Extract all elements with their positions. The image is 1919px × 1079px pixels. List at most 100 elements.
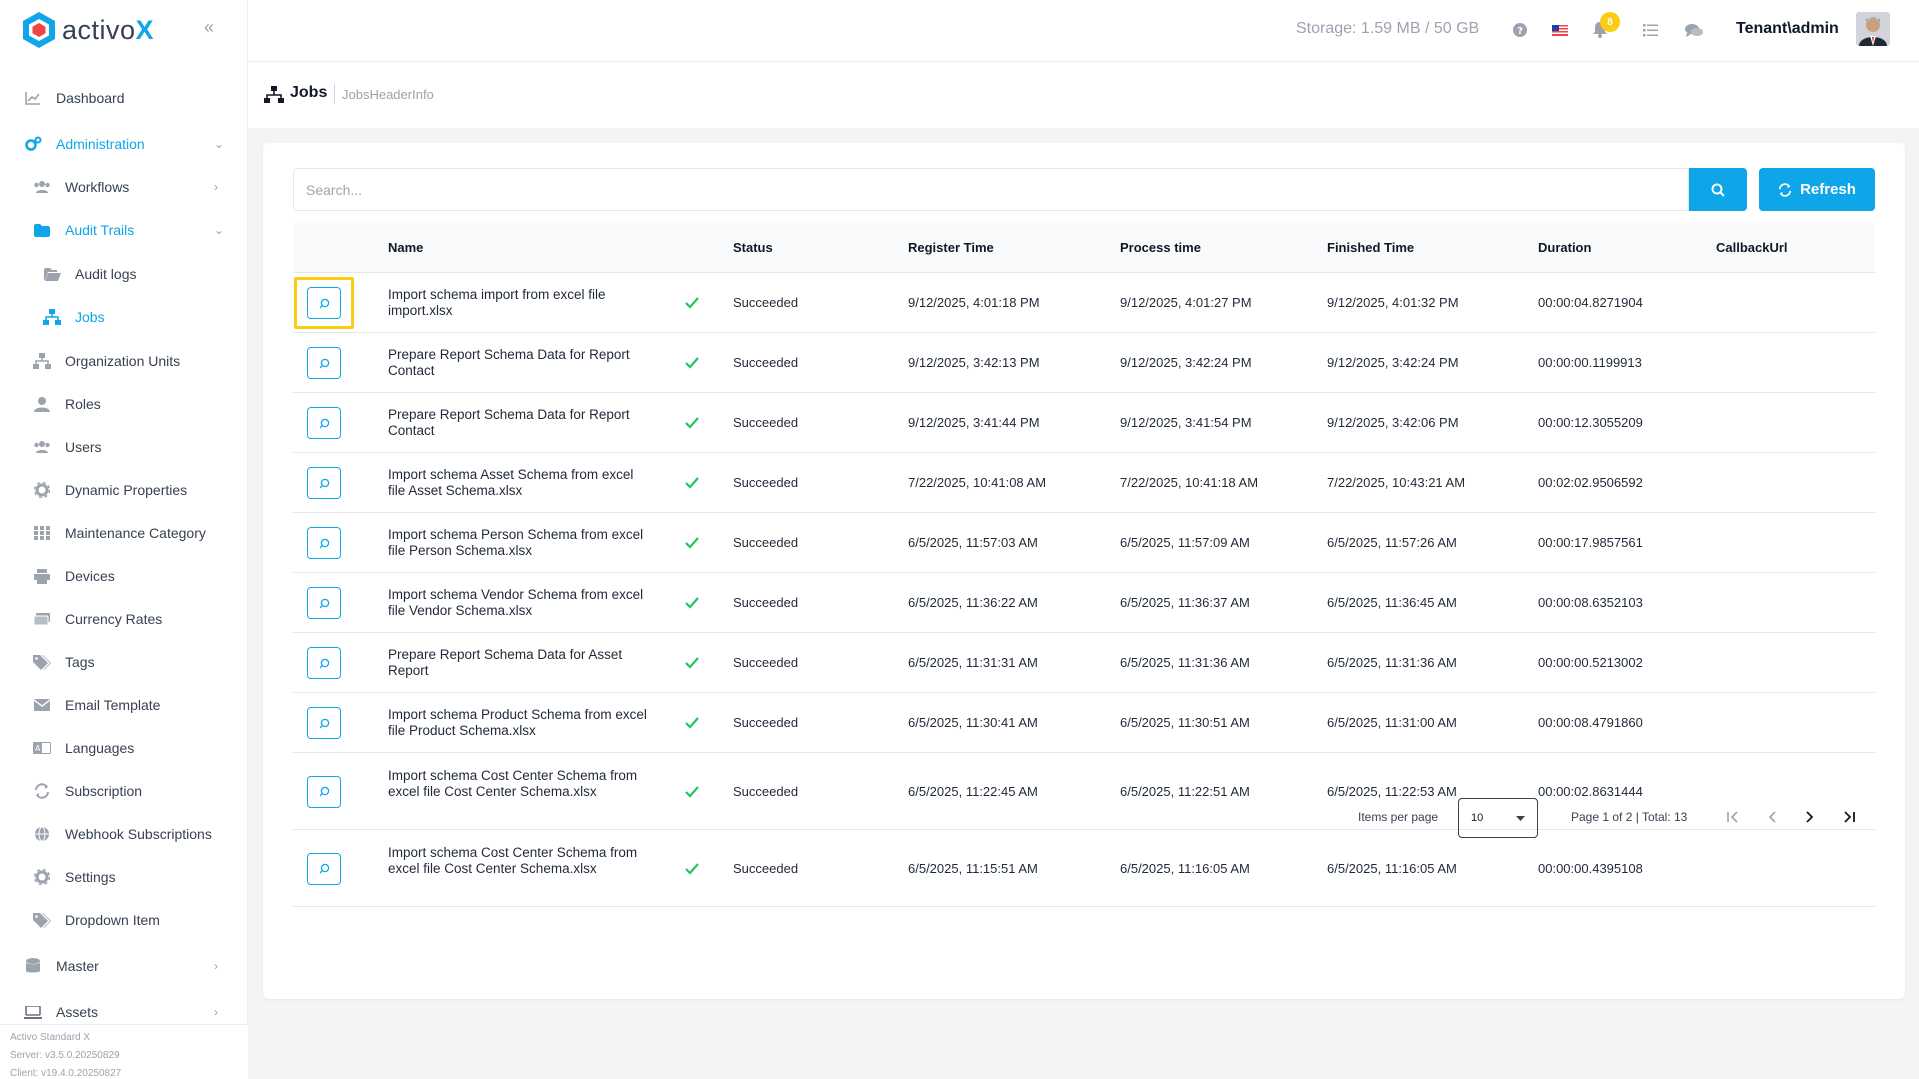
sidebar-item-administration[interactable]: Administration ⌄ [0,128,248,160]
view-details-button[interactable] [307,707,341,739]
view-details-button[interactable] [307,647,341,679]
gear-icon [33,868,51,886]
app-logo[interactable]: activoX [22,10,154,50]
sidebar-item-dashboard[interactable]: Dashboard [0,82,248,114]
refresh-label: Refresh [1800,181,1856,198]
duration: 00:00:04.8271904 [1538,295,1643,310]
check-icon [685,862,699,875]
register-time: 7/22/2025, 10:41:08 AM [908,475,1047,490]
chevron-right-icon: › [214,1005,218,1019]
sidebar-item-users[interactable]: Users [0,431,248,463]
sidebar-item-workflows[interactable]: Workflows › [0,171,248,203]
sidebar-item-roles[interactable]: Roles [0,388,248,420]
table-row[interactable]: Prepare Report Schema Data for Report Co… [293,333,1875,393]
column-header-finished-time[interactable]: Finished Time [1327,240,1414,255]
column-header-process-time[interactable]: Process time [1120,240,1201,255]
page-title: Jobs [290,84,328,101]
globe-icon [33,825,51,843]
job-status: Succeeded [733,655,799,670]
sidebar-item-maintenance-category[interactable]: Maintenance Category [0,517,248,549]
sidebar-item-audit-logs[interactable]: Audit logs [0,258,248,290]
sidebar-item-audit-trails[interactable]: Audit Trails ⌄ [0,214,248,246]
refresh-button[interactable]: Refresh [1759,168,1875,211]
finished-time: 6/5/2025, 11:31:00 AM [1327,715,1457,730]
items-per-page-select[interactable]: 10 [1458,798,1538,838]
collapse-sidebar-icon[interactable]: « [204,18,222,36]
column-header-duration[interactable]: Duration [1538,240,1591,255]
register-time: 6/5/2025, 11:30:41 AM [908,715,1038,730]
sidebar-item-settings[interactable]: Settings [0,861,248,893]
sidebar-item-organization-units[interactable]: Organization Units [0,345,248,377]
sidebar-item-tags[interactable]: Tags [0,646,248,678]
svg-text:A: A [35,744,41,753]
view-details-button[interactable] [307,467,341,499]
us-flag-icon[interactable] [1550,20,1570,40]
client-version: Client: v19.4.0.20250827 [10,1068,122,1079]
sidebar-item-jobs[interactable]: Jobs [0,301,248,333]
sidebar-item-currency-rates[interactable]: Currency Rates [0,603,248,635]
chat-icon[interactable] [1684,20,1704,40]
job-name: Import schema Vendor Schema from excel f… [388,587,644,618]
column-header-callback-url[interactable]: CallbackUrl [1716,240,1788,255]
page-header: Jobs JobsHeaderInfo [248,62,1919,128]
avatar[interactable] [1856,12,1890,46]
current-user[interactable]: Tenant\admin [1736,20,1839,38]
job-status: Succeeded [733,355,799,370]
column-header-name[interactable]: Name [388,240,423,255]
user-tie-icon [33,395,51,413]
sidebar-item-email-template[interactable]: Email Template [0,689,248,721]
view-details-button[interactable] [307,587,341,619]
table-row[interactable]: Prepare Report Schema Data for Asset Rep… [293,633,1875,693]
view-details-button[interactable] [307,407,341,439]
printer-icon [33,567,51,585]
first-page-icon[interactable] [1723,807,1743,827]
chevron-down-icon: ⌄ [214,137,225,151]
search-button[interactable] [1689,168,1747,211]
table-row[interactable]: Import schema import from excel file imp… [293,273,1875,333]
view-details-button[interactable] [307,852,341,885]
search-icon [319,598,329,608]
table-row[interactable]: Import schema Cost Center Schema from ex… [293,830,1875,907]
logo-text: activoX [62,14,155,45]
jobs-card: Refresh Name Status Register Time Proces… [263,143,1905,999]
table-row[interactable]: Import schema Vendor Schema from excel f… [293,573,1875,633]
sidebar-item-dynamic-properties[interactable]: Dynamic Properties [0,474,248,506]
previous-page-icon[interactable] [1762,807,1782,827]
process-time: 9/12/2025, 4:01:27 PM [1120,295,1252,310]
table-row[interactable]: Prepare Report Schema Data for Report Co… [293,393,1875,453]
job-status: Succeeded [733,295,799,310]
finished-time: 6/5/2025, 11:22:53 AM [1327,783,1457,799]
last-page-icon[interactable] [1839,807,1859,827]
finished-time: 9/12/2025, 4:01:32 PM [1327,295,1459,310]
search-input[interactable] [293,168,1689,211]
view-details-button[interactable] [307,775,341,808]
view-details-button[interactable] [307,527,341,559]
chevron-right-icon: › [214,959,218,973]
view-details-button[interactable] [307,347,341,379]
sitemap-icon [33,352,51,370]
job-name: Import schema Product Schema from excel … [388,707,647,738]
sidebar-item-webhook-subscriptions[interactable]: Webhook Subscriptions [0,818,248,850]
search-icon [1711,183,1725,197]
check-icon [685,537,699,549]
process-time: 7/22/2025, 10:41:18 AM [1120,475,1259,490]
help-icon[interactable]: ? [1510,20,1530,40]
table-row[interactable]: Import schema Asset Schema from excel fi… [293,453,1875,513]
sidebar-item-master[interactable]: Master › [0,950,248,982]
process-time: 6/5/2025, 11:36:37 AM [1120,595,1250,610]
next-page-icon[interactable] [1800,807,1820,827]
finished-time: 6/5/2025, 11:16:05 AM [1327,860,1457,876]
table-row[interactable]: Import schema Product Schema from excel … [293,693,1875,753]
column-header-register-time[interactable]: Register Time [908,240,994,255]
column-header-status[interactable]: Status [733,240,773,255]
table-row[interactable]: Import schema Person Schema from excel f… [293,513,1875,573]
duration: 00:00:17.9857561 [1538,535,1643,550]
folder-icon [33,221,51,239]
register-time: 6/5/2025, 11:22:45 AM [908,783,1038,799]
task-list-icon[interactable] [1640,20,1660,40]
sidebar-item-subscription[interactable]: Subscription [0,775,248,807]
sidebar-item-devices[interactable]: Devices [0,560,248,592]
search-icon [319,358,329,368]
sidebar-item-languages[interactable]: A Languages [0,732,248,764]
sidebar-item-dropdown-item[interactable]: Dropdown Item [0,904,248,936]
